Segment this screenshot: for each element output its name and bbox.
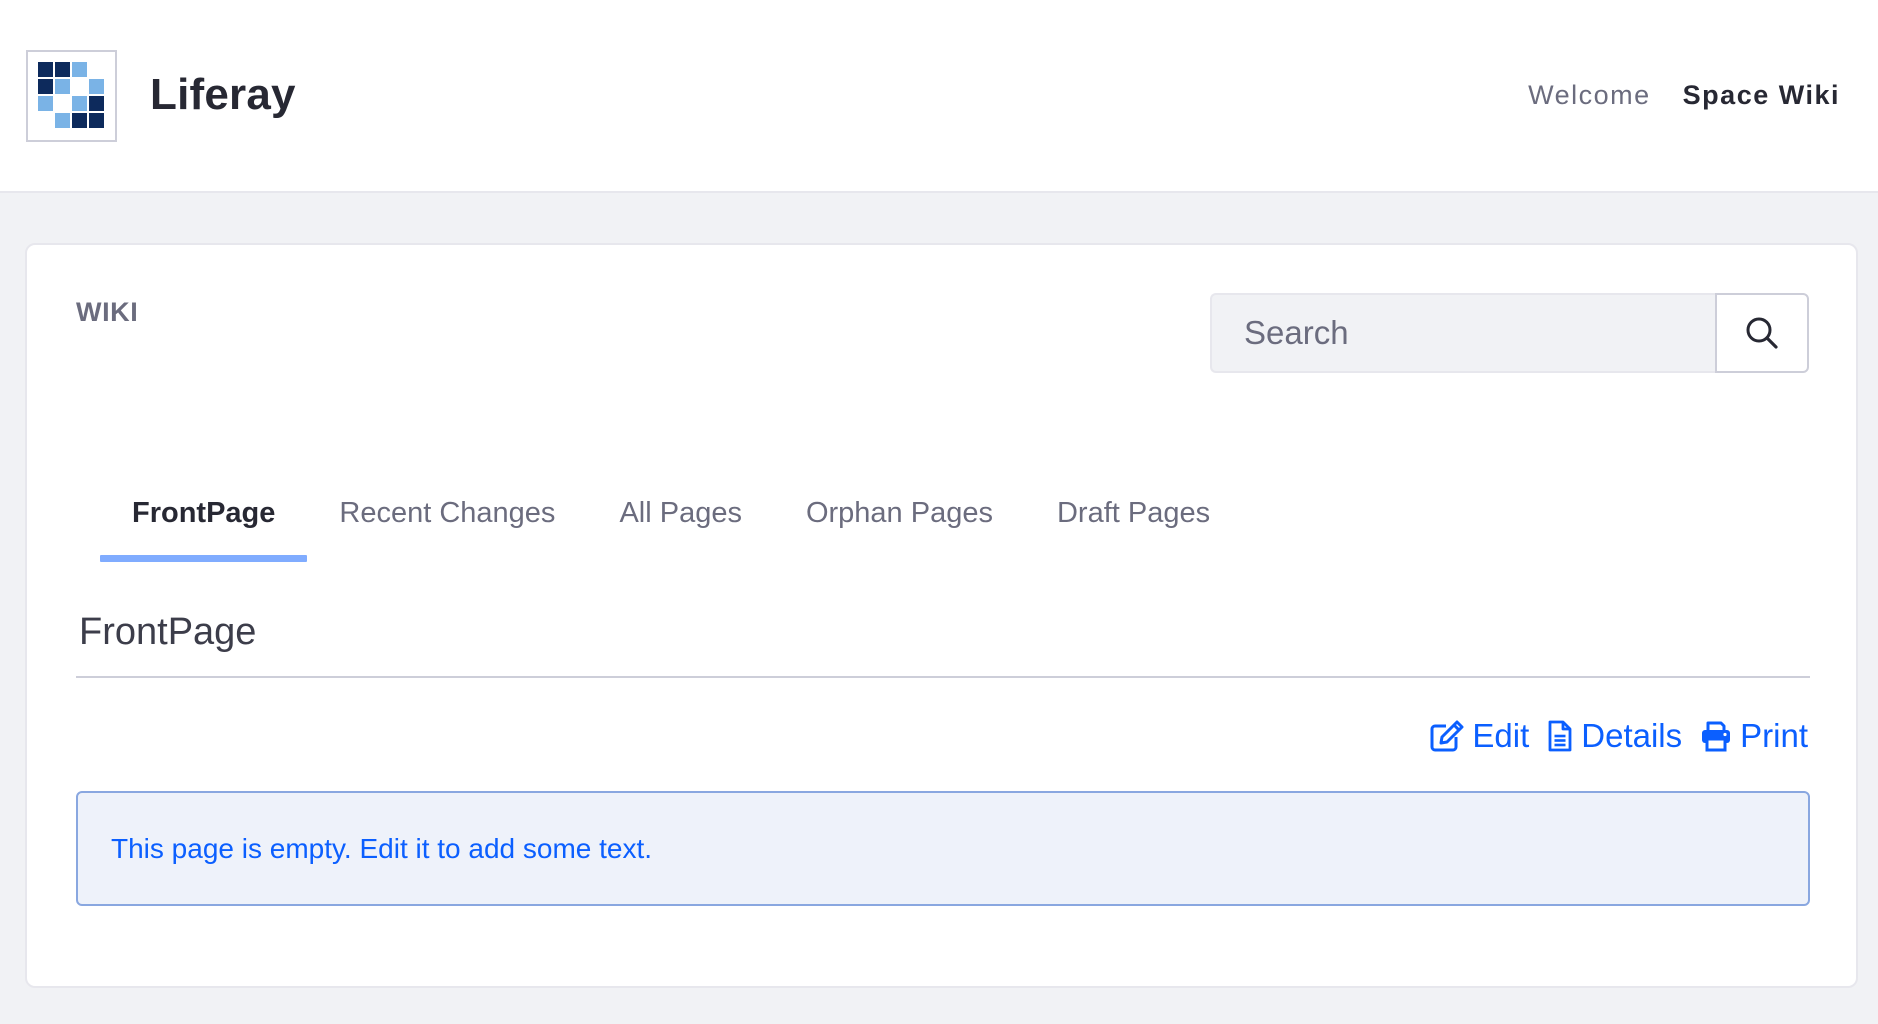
wiki-portlet: WIKI FrontPage Recent Changes All Pages … [25, 243, 1858, 988]
edit-icon [1430, 720, 1464, 752]
portlet-title: WIKI [76, 297, 139, 327]
search-button[interactable] [1715, 293, 1809, 373]
print-button[interactable]: Print [1700, 717, 1808, 755]
edit-label: Edit [1472, 717, 1530, 754]
page-title: FrontPage [79, 611, 257, 653]
details-button[interactable]: Details [1547, 717, 1682, 755]
search-icon [1746, 317, 1778, 349]
tab-recent-changes[interactable]: Recent Changes [307, 490, 587, 562]
edit-button[interactable]: Edit [1430, 717, 1529, 755]
empty-page-alert: This page is empty. Edit it to add some … [76, 791, 1810, 906]
print-icon [1702, 721, 1731, 752]
nav-item-welcome[interactable]: Welcome [1528, 80, 1651, 111]
print-label: Print [1740, 717, 1808, 754]
document-icon [1548, 720, 1572, 752]
site-logo[interactable] [26, 50, 117, 142]
empty-page-message: This page is empty. Edit it to add some … [111, 832, 653, 864]
tab-orphan-pages[interactable]: Orphan Pages [774, 490, 1025, 562]
tab-all-pages[interactable]: All Pages [587, 490, 774, 562]
top-navigation: Welcome Space Wiki [1528, 80, 1840, 111]
site-header: Liferay Welcome Space Wiki [0, 0, 1878, 193]
page-actions: Edit Details Print [1430, 717, 1808, 755]
tab-frontpage[interactable]: FrontPage [100, 490, 308, 562]
details-label: Details [1581, 717, 1683, 754]
site-name[interactable]: Liferay [150, 70, 296, 120]
tab-draft-pages[interactable]: Draft Pages [1025, 490, 1242, 562]
title-divider [76, 676, 1810, 678]
nav-item-space-wiki[interactable]: Space Wiki [1683, 80, 1840, 111]
search-bar [1210, 293, 1809, 373]
search-input[interactable] [1210, 293, 1715, 373]
liferay-logo-icon [38, 62, 104, 128]
wiki-tabs: FrontPage Recent Changes All Pages Orpha… [100, 490, 1242, 562]
